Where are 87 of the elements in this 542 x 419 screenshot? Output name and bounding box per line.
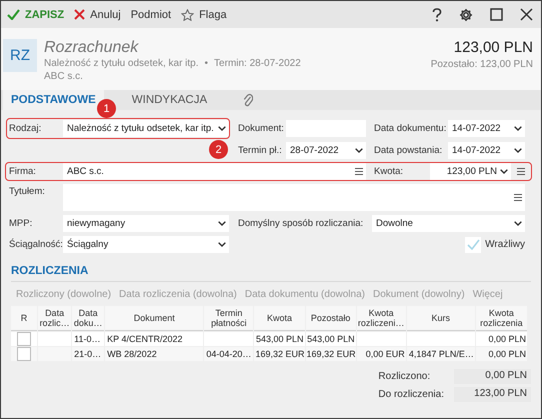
table-cell: WB 28/2022 [105,347,204,361]
table-cell: 4,1847 PLN/E… [406,347,475,361]
column-header[interactable]: Kwota rozliczeni… [356,306,406,331]
table-cell: 543,00 PLN [306,332,356,346]
dropdown-field[interactable]: Należność z tytułu odsetek, kar itp. [63,120,229,137]
maximize-icon[interactable] [490,8,503,21]
dropdown-field[interactable]: niewymagany [63,215,229,232]
total-value: 0,00 PLN [454,369,531,384]
settings-icon[interactable] [459,8,473,22]
close-icon[interactable] [520,8,533,21]
dropdown-field[interactable]: 14-07-2022 [448,120,525,137]
column-header[interactable]: Kwota [254,306,305,331]
field-label: Ściągalność: [8,239,63,250]
table-cell: KP 4/CENTR/2022 [105,332,204,346]
column-header[interactable]: Data rozlic… [38,306,72,331]
flag-button[interactable]: Flaga [181,8,227,20]
sensitive-checkbox[interactable]: Wrażliwy [465,236,525,252]
table-cell: 21-0… [72,347,104,361]
callout-number: 1 [97,99,116,118]
chevron-down-icon [514,221,522,226]
chevron-down-icon [218,126,226,131]
cancel-button[interactable]: Anuluj [74,8,121,20]
table-cell: 0,00 EUR [356,347,406,361]
menu-icon[interactable] [514,194,522,201]
chevron-down-icon [218,242,226,247]
field-label: Dokument: [237,123,284,134]
column-header[interactable]: Kwota rozliczenia [476,306,527,331]
due-date: Termin: 28-07-2022 [214,57,301,70]
dropdown-field[interactable]: Ściągalny [63,236,229,253]
table-cell: 169,32 EUR [306,347,356,361]
entity-button[interactable]: Podmiot [130,8,172,20]
tab[interactable]: PODSTAWOWE [3,90,104,110]
total-value: 123,00 PLN [454,387,531,402]
column-header[interactable]: Kurs [406,306,475,331]
field-label: Kwota: [373,166,404,177]
amount-field[interactable]: 123,00 PLN [430,163,511,180]
field-label: Firma: [8,166,36,177]
callout-number: 2 [209,140,228,159]
remaining-amount: Pozostało: 123,00 PLN [430,59,533,70]
field-label: MPP: [8,218,32,229]
dropdown-field[interactable]: 14-07-2022 [448,142,525,159]
chevron-down-icon [218,221,226,226]
document-title: Rozrachunek [44,39,140,57]
column-header[interactable]: Termin płatności [204,306,254,331]
row-checkbox[interactable] [17,332,32,346]
menu-icon[interactable] [517,168,525,175]
separator-dot: • [204,57,208,70]
row-checkbox[interactable] [17,347,32,361]
column-header[interactable]: Pozostało [306,306,356,331]
table-cell: 543,00 PLN [254,332,305,346]
column-header[interactable]: Data doku… [72,306,104,331]
field-label: Tytułem: [8,185,45,197]
menu-icon[interactable] [355,168,363,175]
checkbox[interactable] [465,236,482,252]
document-type-badge: RZ [3,39,37,72]
field-label: Termin pł.: [237,145,282,156]
check-icon [466,239,480,250]
field-label: Rodzaj: [8,123,42,134]
chevron-down-icon [355,148,363,153]
star-icon [181,8,194,20]
total-label: Do rozliczenia: [378,389,444,400]
field-label: Data dokumentu: [373,123,446,134]
check-icon [7,9,20,20]
help-icon[interactable] [432,8,442,22]
table-cell: 0,00 PLN [476,332,527,346]
table-cell: 0,00 PLN [476,347,527,361]
total-amount: 123,00 PLN [454,39,533,57]
field-label: Domyślny sposób rozliczania: [237,218,364,229]
chevron-down-icon [514,148,522,153]
dropdown-field[interactable]: 28-07-2022 [286,142,366,159]
tab[interactable]: WINDYKACJA [124,90,216,110]
column-header[interactable]: Dokument [105,306,204,331]
section-title: ROZLICZENIA [11,265,531,282]
field-label: Data powstania: [373,145,442,156]
paperclip-icon [243,93,254,107]
document-kind: Należność z tytułu odsetek, kar itp. [44,57,199,70]
dropdown-field[interactable]: Dowolne [372,215,525,232]
total-label: Rozliczono: [378,371,432,382]
close-icon [74,9,86,20]
table-cell: 11-0… [72,332,104,346]
lookup-field[interactable]: ABC s.c. [63,163,366,180]
company-name: ABC s.c. [44,70,83,83]
column-header[interactable]: R [11,306,38,331]
chevron-down-icon [500,169,508,174]
table-cell: 04-04-20… [204,347,254,361]
chevron-down-icon [514,126,522,131]
table-cell: 169,32 EUR [254,347,305,361]
